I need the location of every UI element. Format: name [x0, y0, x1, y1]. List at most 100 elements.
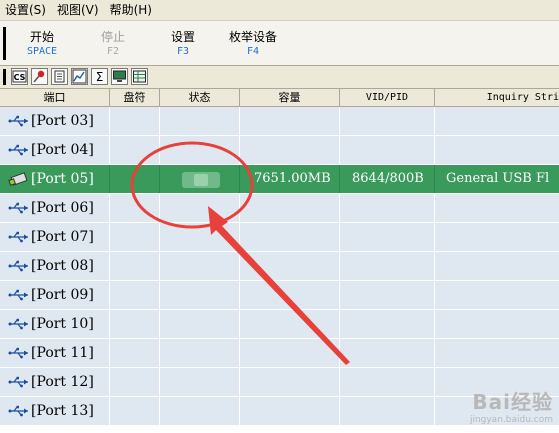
port-cell: [Port 08] [0, 252, 110, 280]
monitor-icon[interactable] [111, 68, 128, 85]
start-button-label: 开始 [29, 30, 54, 44]
chart-icon[interactable] [71, 68, 88, 85]
column-header-capacity[interactable]: 容量 [240, 89, 340, 106]
status-cell [160, 107, 240, 135]
column-header-vidpid[interactable]: VID/PID [340, 89, 435, 106]
document-icon[interactable] [51, 68, 68, 85]
watermark-logo: Bai经验 [472, 390, 553, 414]
usb-icon [8, 289, 28, 301]
vidpid-cell: 8644/800B [340, 165, 435, 193]
status-cell [160, 136, 240, 164]
port-cell: [Port 06] [0, 194, 110, 222]
capacity-cell [240, 339, 340, 367]
vidpid-cell [340, 136, 435, 164]
column-header-inquiry[interactable]: Inquiry Stri [435, 89, 559, 106]
status-cell [160, 397, 240, 425]
toolbar-grip[interactable] [3, 27, 6, 60]
usb-icon [8, 376, 28, 388]
port-label: [Port 04] [31, 142, 94, 158]
usb-icon [8, 144, 28, 156]
status-cell [160, 252, 240, 280]
pin-icon[interactable] [31, 68, 48, 85]
port-cell: [Port 09] [0, 281, 110, 309]
inquiry-cell [435, 252, 559, 280]
usb-icon [8, 347, 28, 359]
table-row[interactable]: [Port 11] [0, 339, 559, 368]
column-header-port[interactable]: 端口 [0, 89, 110, 106]
enumerate-devices-button[interactable]: 枚举设备 F4 [223, 30, 283, 59]
grid-icon[interactable] [131, 68, 148, 85]
inquiry-cell [435, 223, 559, 251]
stop-button[interactable]: 停止 F2 [83, 30, 143, 59]
enumerate-devices-key: F4 [246, 46, 260, 57]
cs-icon[interactable]: CS [11, 68, 28, 85]
capacity-cell [240, 252, 340, 280]
table-row[interactable]: [Port 04] [0, 136, 559, 165]
start-button-key: SPACE [26, 46, 58, 57]
table-row[interactable]: [Port 06] [0, 194, 559, 223]
vidpid-cell [340, 339, 435, 367]
stop-button-key: F2 [106, 46, 120, 57]
capacity-cell [240, 223, 340, 251]
port-label: [Port 12] [31, 374, 94, 390]
port-table: [Port 03] [Port 04] [Port 05] 7651.00MB … [0, 107, 559, 433]
sigma-icon[interactable]: Σ [91, 68, 108, 85]
table-row[interactable]: [Port 07] [0, 223, 559, 252]
svg-text:Σ: Σ [96, 70, 104, 84]
status-cell [160, 165, 240, 193]
function-bar: 开始 SPACE 停止 F2 设置 F3 枚举设备 F4 [0, 21, 559, 66]
port-label: [Port 09] [31, 287, 94, 303]
port-label: [Port 05] [31, 171, 94, 187]
usb-icon [8, 260, 28, 272]
vidpid-cell [340, 397, 435, 425]
capacity-cell [240, 281, 340, 309]
vidpid-cell [340, 107, 435, 135]
table-row[interactable]: [Port 03] [0, 107, 559, 136]
vidpid-cell [340, 223, 435, 251]
column-header-status[interactable]: 状态 [160, 89, 240, 106]
table-row[interactable]: [Port 10] [0, 310, 559, 339]
table-row[interactable]: [Port 08] [0, 252, 559, 281]
capacity-cell: 7651.00MB [240, 165, 340, 193]
port-cell: [Port 04] [0, 136, 110, 164]
port-cell: [Port 10] [0, 310, 110, 338]
drive-cell [110, 223, 160, 251]
toolbar-grip[interactable] [3, 69, 6, 85]
port-cell: [Port 03] [0, 107, 110, 135]
capacity-cell [240, 136, 340, 164]
menu-help[interactable]: 帮助(H) [105, 0, 158, 20]
usb-drive-icon [8, 172, 28, 186]
table-row[interactable]: [Port 09] [0, 281, 559, 310]
settings-button-label: 设置 [170, 30, 195, 44]
enumerate-devices-label: 枚举设备 [228, 30, 277, 44]
table-row-selected[interactable]: [Port 05] 7651.00MB 8644/800B General US… [0, 165, 559, 194]
port-cell: [Port 11] [0, 339, 110, 367]
status-cell [160, 310, 240, 338]
drive-cell [110, 368, 160, 396]
status-cell [160, 223, 240, 251]
drive-cell [110, 165, 160, 193]
port-cell: [Port 07] [0, 223, 110, 251]
icon-toolbar: CS Σ [0, 66, 559, 89]
port-cell: [Port 13] [0, 397, 110, 425]
drive-cell [110, 252, 160, 280]
menu-view[interactable]: 视图(V) [52, 0, 105, 20]
status-cell [160, 194, 240, 222]
menu-settings[interactable]: 设置(S) [0, 0, 52, 20]
inquiry-cell [435, 339, 559, 367]
port-label: [Port 10] [31, 316, 94, 332]
drive-cell [110, 281, 160, 309]
capacity-cell [240, 368, 340, 396]
drive-cell [110, 397, 160, 425]
capacity-cell [240, 107, 340, 135]
column-header-drive[interactable]: 盘符 [110, 89, 160, 106]
settings-button[interactable]: 设置 F3 [153, 30, 213, 59]
drive-cell [110, 136, 160, 164]
status-cell [160, 339, 240, 367]
capacity-cell [240, 194, 340, 222]
inquiry-cell [435, 136, 559, 164]
start-button[interactable]: 开始 SPACE [12, 30, 72, 59]
usb-icon [8, 231, 28, 243]
drive-cell [110, 310, 160, 338]
vidpid-cell [340, 281, 435, 309]
